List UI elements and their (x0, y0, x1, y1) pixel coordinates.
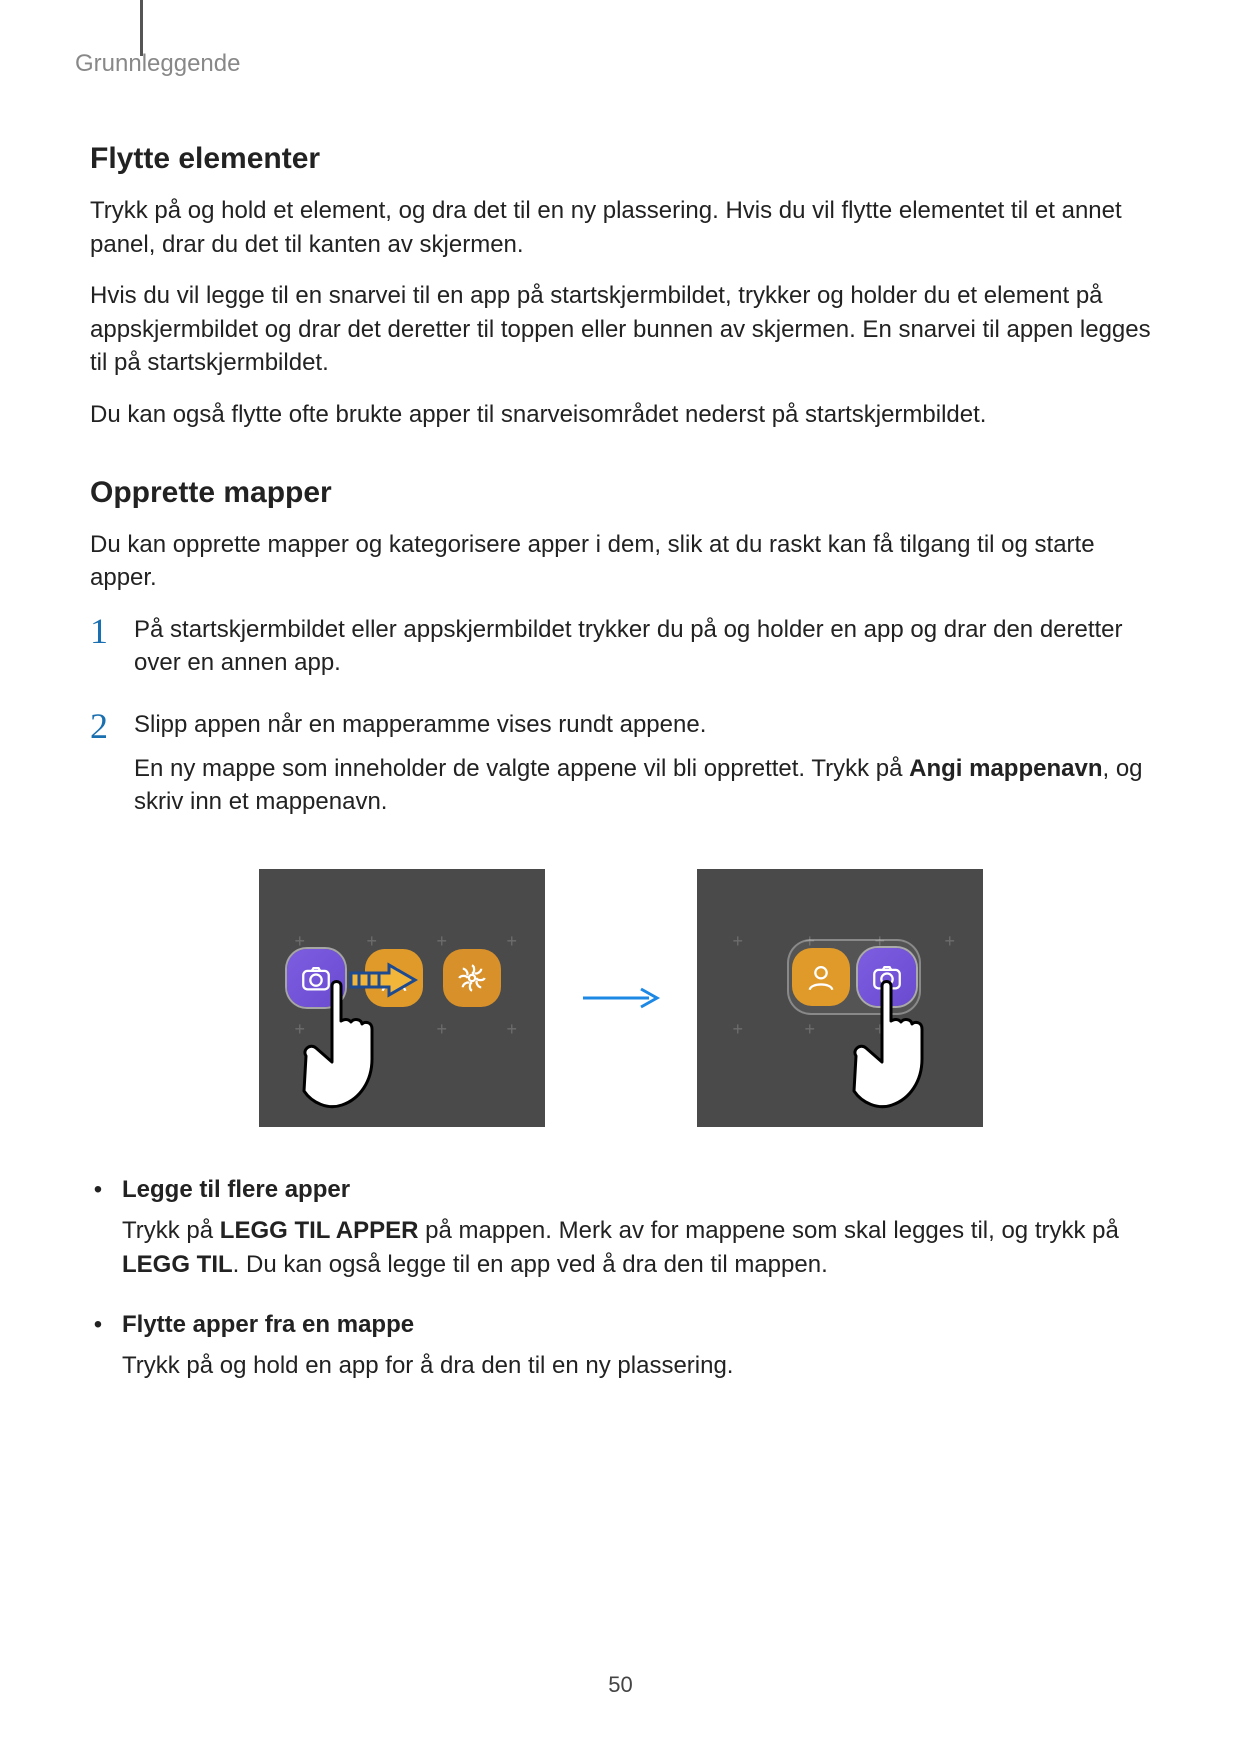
bold-text: Angi mappenavn (909, 755, 1102, 782)
contacts-app-icon (792, 948, 850, 1006)
paragraph: Trykk på og hold et element, og dra det … (90, 194, 1151, 261)
figure-panel-right: + + + + + + + (697, 869, 983, 1127)
heading-move-items: Flytte elementer (90, 142, 1151, 176)
bullet-move-apps: • Flytte apper fra en mappe Trykk på og … (90, 1308, 1151, 1391)
bullet-add-apps: • Legge til flere apper Trykk på LEGG TI… (90, 1173, 1151, 1290)
paragraph: Du kan også flytte ofte brukte apper til… (90, 398, 1151, 432)
step-number: 1 (90, 613, 112, 690)
text: på mappen. Merk av for mappene som skal … (419, 1217, 1119, 1244)
step-text: En ny mappe som inneholder de valgte app… (134, 752, 1151, 819)
header-rule (140, 0, 143, 56)
bold-text: LEGG TIL APPER (220, 1217, 419, 1244)
step-number: 2 (90, 708, 112, 829)
bullet-title: Flytte apper fra en mappe (122, 1308, 1151, 1342)
step-1: 1 På startskjermbildet eller appskjermbi… (90, 613, 1151, 690)
hand-pointer-icon (849, 974, 969, 1139)
step-2: 2 Slipp appen når en mapperamme vises ru… (90, 708, 1151, 829)
arrow-right-icon (581, 986, 661, 1010)
breadcrumb: Grunnleggende (75, 50, 1151, 78)
step-text: Slipp appen når en mapperamme vises rund… (134, 708, 1151, 742)
bullet-title: Legge til flere apper (122, 1173, 1151, 1207)
paragraph: Du kan opprette mapper og kategorisere a… (90, 528, 1151, 595)
heading-create-folders: Opprette mapper (90, 476, 1151, 510)
bold-text: LEGG TIL (122, 1251, 233, 1278)
folder-creation-figure: + + + + + + + (90, 869, 1151, 1127)
text: En ny mappe som inneholder de valgte app… (134, 755, 909, 782)
page-number: 50 (0, 1672, 1241, 1698)
figure-panel-left: + + + + + + + (259, 869, 545, 1127)
bullet-text: Trykk på LEGG TIL APPER på mappen. Merk … (122, 1214, 1151, 1281)
hand-pointer-icon (299, 974, 419, 1139)
bullet-dot: • (90, 1308, 106, 1391)
step-text: På startskjermbildet eller appskjermbild… (134, 613, 1151, 680)
text: . Du kan også legge til en app ved å dra… (233, 1251, 828, 1278)
gallery-app-icon (443, 949, 501, 1007)
bullet-dot: • (90, 1173, 106, 1290)
bullet-text: Trykk på og hold en app for å dra den ti… (122, 1349, 1151, 1383)
paragraph: Hvis du vil legge til en snarvei til en … (90, 279, 1151, 380)
text: Trykk på (122, 1217, 220, 1244)
